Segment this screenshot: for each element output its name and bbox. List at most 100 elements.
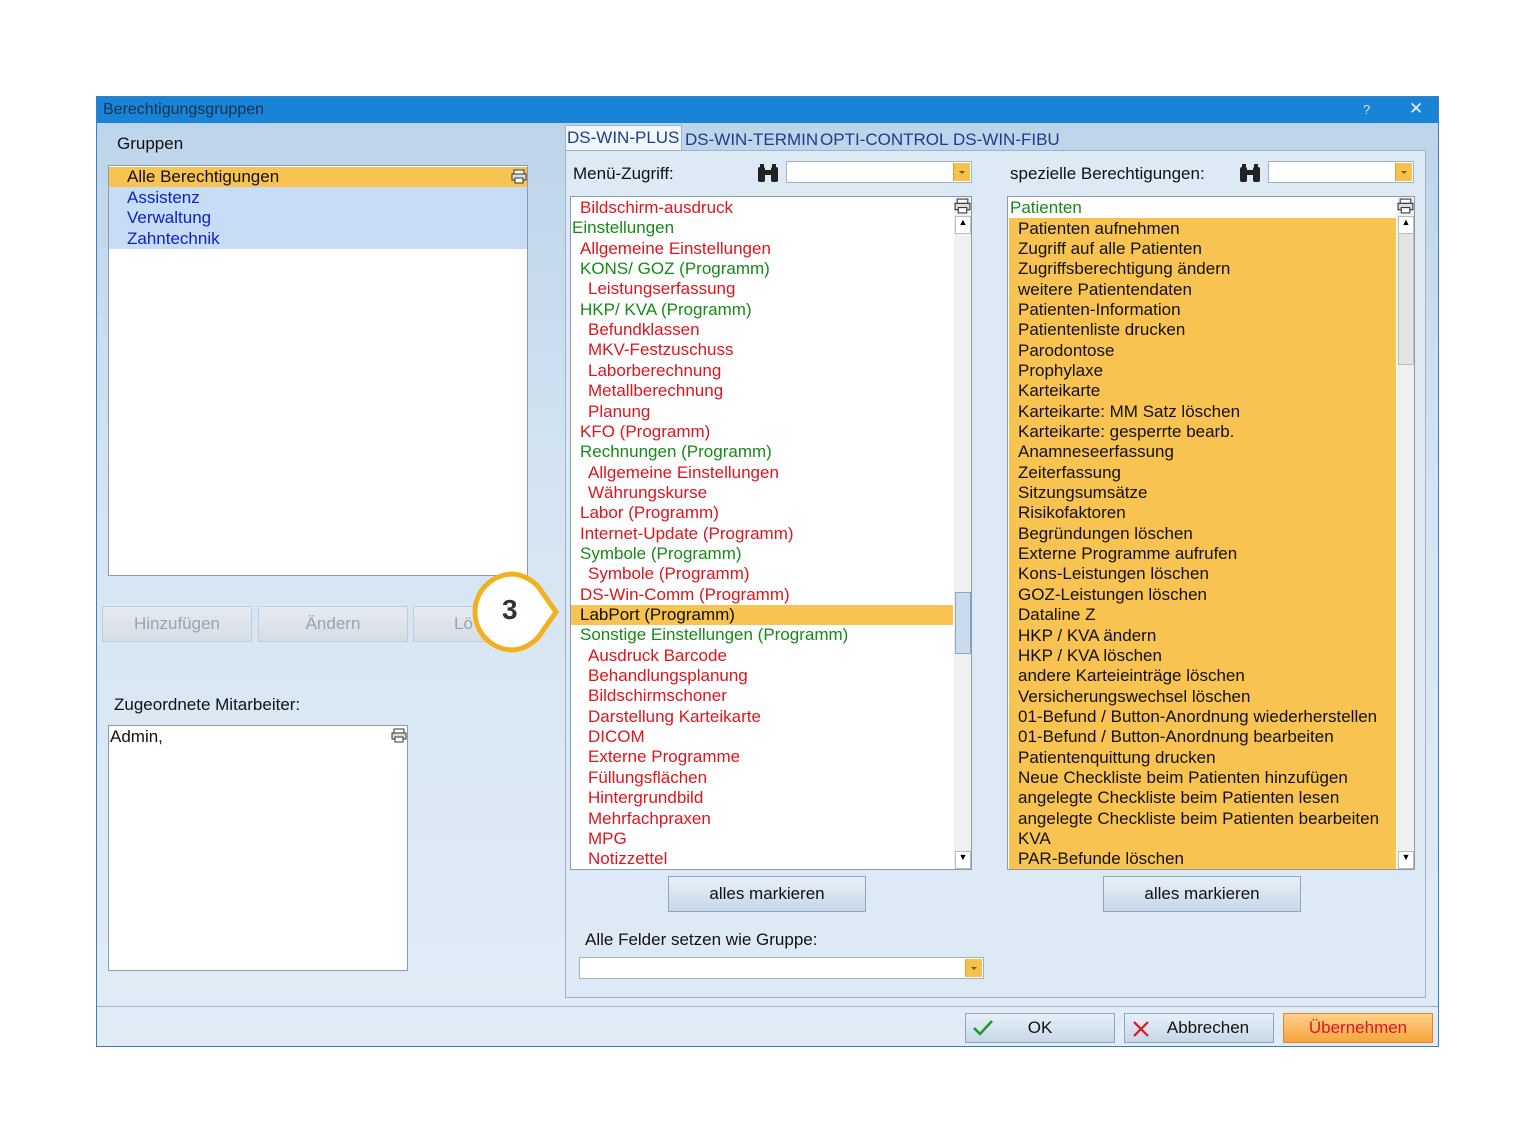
special-mark-all-button[interactable]: alles markieren <box>1103 876 1301 912</box>
list-item[interactable]: Zeiterfassung <box>1018 463 1121 483</box>
list-item[interactable]: Ausdruck Barcode <box>571 646 727 666</box>
list-item[interactable]: MPG <box>571 829 627 849</box>
list-item[interactable]: Versicherungswechsel löschen <box>1018 687 1250 707</box>
apply-button[interactable]: Übernehmen <box>1283 1013 1433 1043</box>
groups-list[interactable]: Alle Berechtigungen Assistenz Verwaltung Za… <box>108 165 528 576</box>
print-icon[interactable] <box>954 197 971 215</box>
print-icon[interactable] <box>511 169 527 184</box>
special-permissions-list[interactable]: Patienten Patienten aufnehmen Zugriff auf… <box>1007 196 1415 870</box>
edit-group-button[interactable]: Ändern <box>258 606 408 642</box>
list-item[interactable]: Internet-Update (Programm) <box>571 524 794 544</box>
list-item[interactable]: weitere Patientendaten <box>1018 280 1192 300</box>
list-item[interactable]: Währungskurse <box>571 483 707 503</box>
tab-ds-win-termin[interactable]: DS-WIN-TERMIN <box>685 130 818 150</box>
list-item[interactable]: Prophylaxe <box>1018 361 1103 381</box>
list-item[interactable]: KVA <box>1018 829 1051 849</box>
list-item[interactable]: HKP / KVA ändern <box>1018 626 1156 646</box>
close-icon[interactable]: ✕ <box>1409 99 1423 119</box>
list-item[interactable]: Füllungsflächen <box>571 768 707 788</box>
list-item[interactable]: Dataline Z <box>1018 605 1095 625</box>
list-item[interactable]: Zahntechnik <box>127 229 220 249</box>
list-item[interactable]: KONS/ GOZ (Programm) <box>571 259 770 279</box>
list-item[interactable]: LabPort (Programm) <box>571 605 953 625</box>
list-item[interactable]: Externe Programme aufrufen <box>1018 544 1237 564</box>
list-item[interactable]: Karteikarte <box>1018 381 1100 401</box>
list-item[interactable]: Externe Programme <box>571 747 740 767</box>
list-item[interactable]: Kons-Leistungen löschen <box>1018 564 1209 584</box>
list-item[interactable]: Zugriffsberechtigung ändern <box>1018 259 1230 279</box>
list-item[interactable]: Symbole (Programm) <box>571 544 742 564</box>
list-item[interactable]: Assistenz <box>127 188 200 208</box>
list-item[interactable]: Zugriff auf alle Patienten <box>1018 239 1202 259</box>
list-item[interactable]: Admin, <box>110 727 163 747</box>
binoculars-icon[interactable] <box>756 164 780 184</box>
menu-mark-all-button[interactable]: alles markieren <box>668 876 866 912</box>
list-item[interactable]: Alle Berechtigungen <box>109 167 527 187</box>
list-item[interactable]: Sitzungsumsätze <box>1018 483 1147 503</box>
list-item[interactable]: Bildschirm-ausdruck <box>571 198 733 218</box>
special-scrollbar[interactable]: ▲ ▼ <box>1397 197 1414 869</box>
list-item[interactable]: Laborberechnung <box>571 361 721 381</box>
list-item[interactable]: Befundklassen <box>571 320 700 340</box>
list-item[interactable]: angelegte Checkliste beim Patienten lese… <box>1018 788 1339 808</box>
print-icon[interactable] <box>1397 197 1414 215</box>
menu-scrollbar[interactable]: ▲ ▼ <box>954 197 971 869</box>
scroll-thumb[interactable] <box>1398 233 1414 365</box>
ok-button[interactable]: OK <box>965 1013 1115 1043</box>
list-item[interactable]: Mehrfachpraxen <box>571 809 711 829</box>
list-item[interactable]: Labor (Programm) <box>571 503 719 523</box>
list-item[interactable]: Parodontose <box>1018 341 1114 361</box>
list-item[interactable]: Verwaltung <box>127 208 211 228</box>
chevron-down-icon[interactable] <box>1395 163 1412 181</box>
scroll-down-button[interactable]: ▼ <box>1398 851 1414 869</box>
list-item[interactable]: Karteikarte: MM Satz löschen <box>1018 402 1240 422</box>
tab-opti-control[interactable]: OPTI-CONTROL <box>820 130 948 150</box>
list-item[interactable]: Patientenliste drucken <box>1018 320 1185 340</box>
menu-search-combo[interactable] <box>786 161 972 183</box>
list-item[interactable]: Darstellung Karteikarte <box>571 707 761 727</box>
binoculars-icon[interactable] <box>1238 164 1262 184</box>
employees-list[interactable]: Admin, <box>108 725 408 971</box>
list-item[interactable]: Allgemeine Einstellungen <box>571 239 771 259</box>
tab-ds-win-plus[interactable]: DS-WIN-PLUS <box>567 128 679 148</box>
menu-access-list[interactable]: Bildschirm-ausdruck Einstellungen Allgemei… <box>570 196 972 870</box>
list-item[interactable]: Karteikarte: gesperrte bearb. <box>1018 422 1234 442</box>
list-item[interactable]: Metallberechnung <box>571 381 723 401</box>
copy-group-combo[interactable] <box>579 957 984 979</box>
list-item[interactable]: KFO (Programm) <box>571 422 710 442</box>
list-item[interactable]: Hintergrundbild <box>571 788 703 808</box>
list-item[interactable]: Risikofaktoren <box>1018 503 1126 523</box>
list-item[interactable]: Notizzettel <box>571 849 667 869</box>
list-item[interactable]: GOZ-Leistungen löschen <box>1018 585 1207 605</box>
chevron-down-icon[interactable] <box>965 959 982 977</box>
scroll-down-button[interactable]: ▼ <box>955 851 971 869</box>
list-item[interactable]: HKP / KVA löschen <box>1018 646 1162 666</box>
scroll-up-button[interactable]: ▲ <box>1398 216 1414 234</box>
list-item[interactable]: Planung <box>571 402 650 422</box>
list-item[interactable]: Leistungserfassung <box>571 279 735 299</box>
list-item[interactable]: Einstellungen <box>571 218 674 238</box>
list-item[interactable]: Behandlungsplanung <box>571 666 748 686</box>
list-item[interactable]: Bildschirmschoner <box>571 686 727 706</box>
list-item[interactable]: angelegte Checkliste beim Patienten bear… <box>1018 809 1379 829</box>
list-item[interactable]: PAR-Befunde löschen <box>1018 849 1184 869</box>
special-search-combo[interactable] <box>1268 161 1414 183</box>
list-item[interactable]: Patienten <box>1010 198 1082 218</box>
list-item[interactable]: 01-Befund / Button-Anordnung wiederherst… <box>1018 707 1377 727</box>
list-item[interactable]: Neue Checkliste beim Patienten hinzufüge… <box>1018 768 1348 788</box>
add-group-button[interactable]: Hinzufügen <box>102 606 252 642</box>
list-item[interactable]: DS-Win-Comm (Programm) <box>571 585 790 605</box>
scroll-thumb[interactable] <box>955 592 971 654</box>
list-item[interactable]: Allgemeine Einstellungen <box>571 463 779 483</box>
list-item[interactable]: Sonstige Einstellungen (Programm) <box>571 625 848 645</box>
list-item[interactable]: DICOM <box>571 727 645 747</box>
scroll-up-button[interactable]: ▲ <box>955 216 971 234</box>
list-item[interactable]: Symbole (Programm) <box>571 564 750 584</box>
cancel-button[interactable]: Abbrechen <box>1124 1013 1274 1043</box>
list-item[interactable]: Patienten aufnehmen <box>1018 219 1180 239</box>
list-item[interactable]: andere Karteieinträge löschen <box>1018 666 1245 686</box>
list-item[interactable]: 01-Befund / Button-Anordnung bearbeiten <box>1018 727 1334 747</box>
tab-ds-win-fibu[interactable]: DS-WIN-FIBU <box>953 130 1060 150</box>
chevron-down-icon[interactable] <box>953 163 970 181</box>
list-item[interactable]: HKP/ KVA (Programm) <box>571 300 752 320</box>
